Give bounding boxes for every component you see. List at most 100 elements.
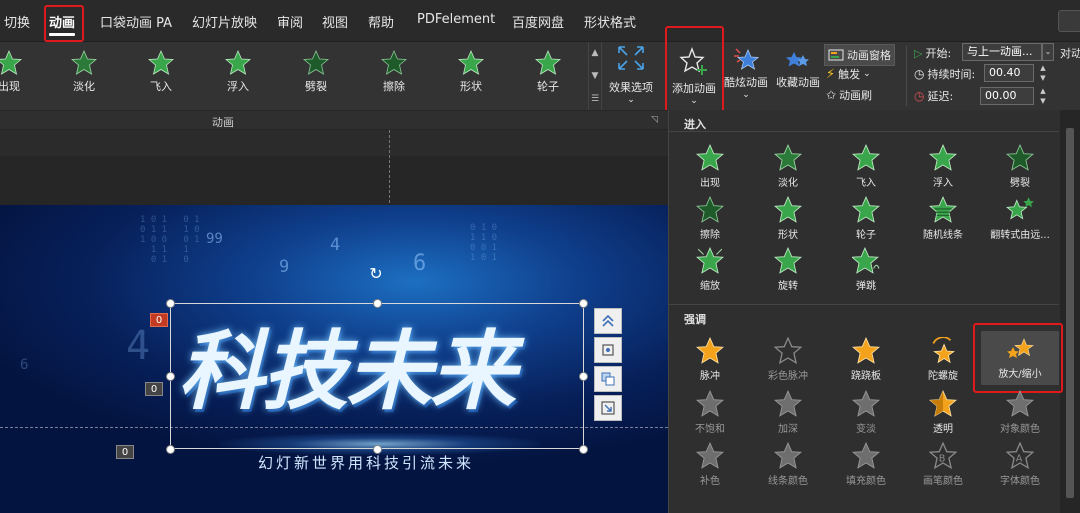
selection-box[interactable]: [170, 303, 584, 449]
emphasis-line-color[interactable]: 线条颜色: [749, 442, 827, 487]
entrance-shape[interactable]: 形状: [749, 196, 827, 241]
delay-row: ◷ 延迟:: [914, 89, 954, 103]
tab-review[interactable]: 审阅: [277, 12, 303, 31]
crop-tool-button[interactable]: [594, 337, 622, 363]
entrance-appear[interactable]: 出现: [671, 144, 749, 189]
entrance-bounce-icon: [852, 247, 880, 274]
cool-star-icon: [734, 48, 759, 70]
resize-handle-left[interactable]: [166, 372, 175, 381]
resize-handle-right[interactable]: [579, 372, 588, 381]
animation-painter-button[interactable]: ✩ 动画刷: [826, 87, 872, 103]
delay-spinner[interactable]: ▲ ▼: [1038, 87, 1048, 105]
entrance-wipe[interactable]: 擦除: [671, 196, 749, 241]
emphasis-transparency[interactable]: 透明: [904, 390, 982, 435]
gallery-float-in[interactable]: 浮入: [207, 50, 269, 94]
trigger-button[interactable]: ⚡ 触发 ⌄: [826, 66, 871, 82]
tab-shape-format[interactable]: 形状格式: [584, 12, 636, 31]
resize-tool-button[interactable]: [594, 395, 622, 421]
emphasis-teeter[interactable]: 跷跷板: [827, 337, 905, 382]
tab-help[interactable]: 帮助: [368, 12, 394, 31]
entrance-random-bars[interactable]: 随机线条: [904, 196, 982, 241]
gallery-scroll[interactable]: ▲ ▼ ☰: [588, 42, 602, 110]
duration-input[interactable]: 00.40: [984, 64, 1034, 82]
gallery-fade[interactable]: 淡化: [53, 50, 115, 94]
animation-order-tag[interactable]: 0: [116, 445, 134, 459]
workspace-top-band: [0, 130, 668, 156]
entrance-wheel[interactable]: 轮子: [827, 196, 905, 241]
emphasis-pulse[interactable]: 脉冲: [671, 337, 749, 382]
slide-canvas[interactable]: 1 0 1 0 1 0 1 1 1 0 1 0 0 0 1 1 1 1 0 1 …: [0, 205, 668, 513]
gallery-appear[interactable]: 出现: [0, 50, 40, 94]
entrance-float-in[interactable]: 浮入: [904, 144, 982, 189]
emphasis-grow-shrink[interactable]: 放大/缩小: [981, 331, 1059, 385]
resize-handle-bottom-right[interactable]: [579, 445, 588, 454]
star-split-icon: [303, 50, 329, 75]
dropdown-scrollbar[interactable]: [1060, 110, 1080, 513]
favorite-animation-button[interactable]: 收藏动画: [774, 44, 822, 90]
floating-toolbar: [594, 308, 622, 424]
entrance-split[interactable]: 劈裂: [981, 144, 1059, 189]
emphasis-font-color[interactable]: A 字体颜色: [981, 442, 1059, 487]
star-appear-icon: [0, 50, 22, 75]
emphasis-lighten[interactable]: 变淡: [827, 390, 905, 435]
duration-spinner[interactable]: ▲ ▼: [1038, 64, 1048, 82]
emphasis-fill-color[interactable]: 填充颜色: [827, 442, 905, 487]
emphasis-complementary-color[interactable]: 补色: [671, 442, 749, 487]
tab-view[interactable]: 视图: [322, 12, 348, 31]
star-wheel-icon: [535, 50, 561, 75]
reorder-label[interactable]: 对动: [1060, 45, 1080, 61]
scroll-up-icon[interactable]: ▲: [592, 48, 599, 58]
code-rain-decoration-right: 0 1 0 1 1 0 0 0 1 1 0 1: [470, 223, 498, 263]
entrance-fade[interactable]: 淡化: [749, 144, 827, 189]
gallery-expand-icon[interactable]: ☰: [591, 94, 599, 104]
animation-pane-button[interactable]: 动画窗格: [824, 44, 895, 66]
emphasis-transparency-icon: [929, 390, 957, 417]
emphasis-color-pulse[interactable]: 彩色脉冲: [749, 337, 827, 382]
tab-animations[interactable]: 动画: [49, 12, 76, 36]
entrance-appear-icon: [696, 144, 724, 171]
entrance-swivel[interactable]: 旋转: [749, 247, 827, 292]
emphasis-brush-color[interactable]: B 画笔颜色: [904, 442, 982, 487]
emphasis-darken[interactable]: 加深: [749, 390, 827, 435]
start-dropdown-arrow[interactable]: ⌄: [1042, 43, 1054, 61]
layout-options-button[interactable]: [594, 308, 622, 334]
scroll-down-icon[interactable]: ▼: [592, 71, 599, 81]
play-icon: ▷: [914, 46, 923, 60]
gallery-wipe[interactable]: 擦除: [363, 50, 425, 94]
add-animation-button[interactable]: 添加动画 ⌄: [668, 44, 720, 108]
delay-input[interactable]: 00.00: [980, 87, 1034, 105]
resize-handle-top-left[interactable]: [166, 299, 175, 308]
scrollbar-thumb[interactable]: [1066, 128, 1074, 498]
resize-handle-bottom-left[interactable]: [166, 445, 175, 454]
resize-handle-top-right[interactable]: [579, 299, 588, 308]
tab-transitions[interactable]: 切换: [4, 12, 30, 31]
start-select[interactable]: 与上一动画...: [962, 43, 1042, 61]
resize-handle-top[interactable]: [373, 299, 382, 308]
entrance-zoom[interactable]: 缩放: [671, 247, 749, 292]
tab-pdfelement[interactable]: PDFelement: [417, 12, 495, 27]
animation-order-tag[interactable]: 0: [150, 313, 168, 327]
gallery-split[interactable]: 劈裂: [285, 50, 347, 94]
emphasis-spin[interactable]: 陀螺旋: [904, 337, 982, 382]
dialog-launcher-icon[interactable]: ◹: [651, 115, 658, 125]
favorite-stars-icon: [786, 52, 809, 67]
entrance-fly-in[interactable]: 飞入: [827, 144, 905, 189]
gallery-wheel[interactable]: 轮子: [517, 50, 579, 94]
emphasis-desaturate[interactable]: 不饱和: [671, 390, 749, 435]
resize-handle-bottom[interactable]: [373, 445, 382, 454]
tab-pocket-animation[interactable]: 口袋动画 PA: [100, 12, 172, 31]
gallery-fly-in[interactable]: 飞入: [130, 50, 192, 94]
slide-subtitle[interactable]: 幻灯新世界用科技引流未来: [258, 452, 474, 473]
share-button[interactable]: [1058, 10, 1080, 32]
rotate-handle-icon[interactable]: ↻: [367, 265, 385, 283]
arrange-tool-button[interactable]: [594, 366, 622, 392]
effect-options-button[interactable]: 效果选项 ⌄: [603, 42, 659, 110]
cool-animation-button[interactable]: 酷炫动画 ⌄: [722, 44, 770, 100]
entrance-grow-turn[interactable]: 翻转式由远...: [981, 196, 1059, 241]
tab-slideshow[interactable]: 幻灯片放映: [192, 12, 257, 31]
animation-order-tag[interactable]: 0: [145, 382, 163, 396]
entrance-bounce[interactable]: 弹跳: [827, 247, 905, 292]
tab-baidu-netdisk[interactable]: 百度网盘: [512, 12, 564, 31]
gallery-shape[interactable]: 形状: [440, 50, 502, 94]
emphasis-object-color[interactable]: 对象颜色: [981, 390, 1059, 435]
